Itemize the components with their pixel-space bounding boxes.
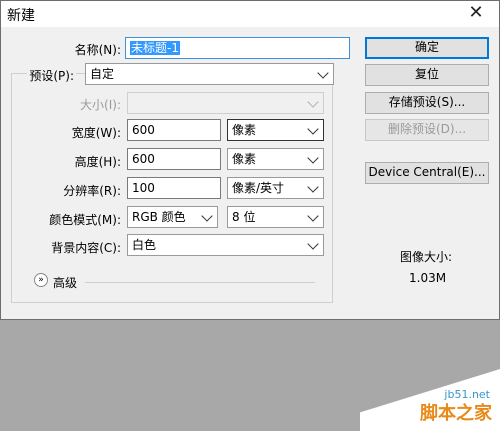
dialog-title: 新建 (7, 8, 35, 24)
background-label: 背景内容(C): (51, 241, 121, 255)
height-input-value: 600 (132, 152, 155, 166)
chevron-down-icon (317, 67, 329, 79)
size-label: 大小(I): (80, 98, 121, 112)
reset-button[interactable]: 复位 (365, 64, 489, 86)
width-unit-select[interactable]: 像素 (227, 119, 324, 141)
chevron-down-icon (201, 210, 213, 222)
device-central-button[interactable]: Device Central(E)... (365, 162, 489, 184)
color-mode-label: 颜色模式(M): (49, 213, 121, 227)
height-input[interactable]: 600 (127, 148, 221, 170)
preset-select[interactable]: 自定 (85, 63, 334, 85)
advanced-label[interactable]: 高级 (53, 274, 77, 291)
height-unit-select[interactable]: 像素 (227, 148, 324, 170)
height-unit-value: 像素 (232, 152, 257, 166)
height-label: 高度(H): (74, 155, 121, 169)
width-label: 宽度(W): (71, 126, 121, 140)
name-label: 名称(N): (74, 43, 121, 57)
watermark-brand: 脚本之家 (420, 403, 492, 424)
close-icon[interactable]: ✕ (453, 1, 499, 27)
chevron-down-icon (307, 123, 319, 135)
save-preset-button[interactable]: 存储预设(S)... (365, 92, 489, 114)
chevron-down-icon (307, 96, 319, 108)
image-size-label: 图像大小: (400, 250, 453, 264)
preset-select-value: 自定 (90, 67, 115, 81)
name-input-value: 未标题-1 (130, 41, 180, 55)
title-bar: 新建 ✕ (1, 1, 499, 27)
bit-depth-select[interactable]: 8 位 (227, 206, 324, 228)
advanced-divider (85, 282, 315, 283)
resolution-unit-select[interactable]: 像素/英寸 (227, 177, 324, 199)
delete-preset-button: 删除预设(D)... (365, 119, 489, 141)
resolution-input[interactable]: 100 (127, 177, 221, 199)
background-value: 白色 (132, 238, 157, 252)
color-mode-value: RGB 颜色 (132, 210, 186, 224)
image-size-value: 1.03M (409, 271, 447, 285)
chevron-down-icon (307, 238, 319, 250)
name-input[interactable]: 未标题-1 (125, 37, 350, 59)
width-input-value: 600 (132, 123, 155, 137)
width-input[interactable]: 600 (127, 119, 221, 141)
background-select[interactable]: 白色 (127, 234, 324, 256)
resolution-unit-value: 像素/英寸 (232, 181, 285, 195)
color-mode-select[interactable]: RGB 颜色 (127, 206, 218, 228)
chevron-down-icon (307, 152, 319, 164)
resolution-input-value: 100 (132, 181, 155, 195)
bit-depth-value: 8 位 (232, 210, 256, 224)
size-select (127, 92, 324, 114)
ok-button[interactable]: 确定 (365, 37, 489, 59)
expand-advanced-icon[interactable]: » (34, 273, 48, 287)
preset-label: 预设(P): (27, 67, 76, 84)
new-document-dialog: 新建 ✕ 名称(N): 未标题-1 预设(P): 自定 大小(I): 宽度(W)… (0, 0, 500, 320)
resolution-label: 分辨率(R): (63, 184, 121, 198)
width-unit-value: 像素 (232, 123, 257, 137)
chevron-down-icon (307, 210, 319, 222)
chevron-down-icon (307, 181, 319, 193)
